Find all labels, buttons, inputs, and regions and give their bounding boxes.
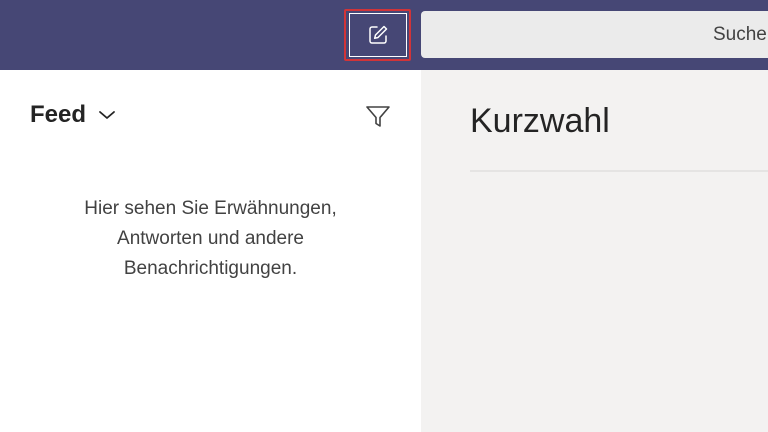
top-bar: Suche bbox=[0, 0, 768, 70]
feed-pane: Feed Hier sehen Sie Erwähnungen, Antwort… bbox=[0, 70, 421, 432]
search-placeholder: Suche bbox=[713, 23, 767, 45]
empty-line: Hier sehen Sie Erwähnungen, bbox=[84, 198, 337, 219]
feed-empty-message: Hier sehen Sie Erwähnungen, Antworten un… bbox=[0, 194, 421, 284]
speed-dial-pane: Kurzwahl bbox=[421, 70, 768, 432]
filter-icon[interactable] bbox=[365, 104, 391, 130]
empty-line: Benachrichtigungen. bbox=[123, 258, 298, 279]
compose-icon bbox=[368, 25, 387, 44]
feed-dropdown[interactable]: Feed bbox=[30, 101, 116, 129]
page-title: Kurzwahl bbox=[470, 102, 610, 140]
search-input[interactable]: Suche bbox=[421, 11, 768, 58]
compose-button-focus-ring bbox=[348, 13, 407, 57]
compose-button[interactable] bbox=[344, 9, 411, 61]
feed-title: Feed bbox=[30, 101, 87, 128]
divider bbox=[470, 170, 768, 172]
chevron-down-icon bbox=[98, 109, 116, 121]
empty-line: Antworten und andere bbox=[117, 228, 304, 249]
